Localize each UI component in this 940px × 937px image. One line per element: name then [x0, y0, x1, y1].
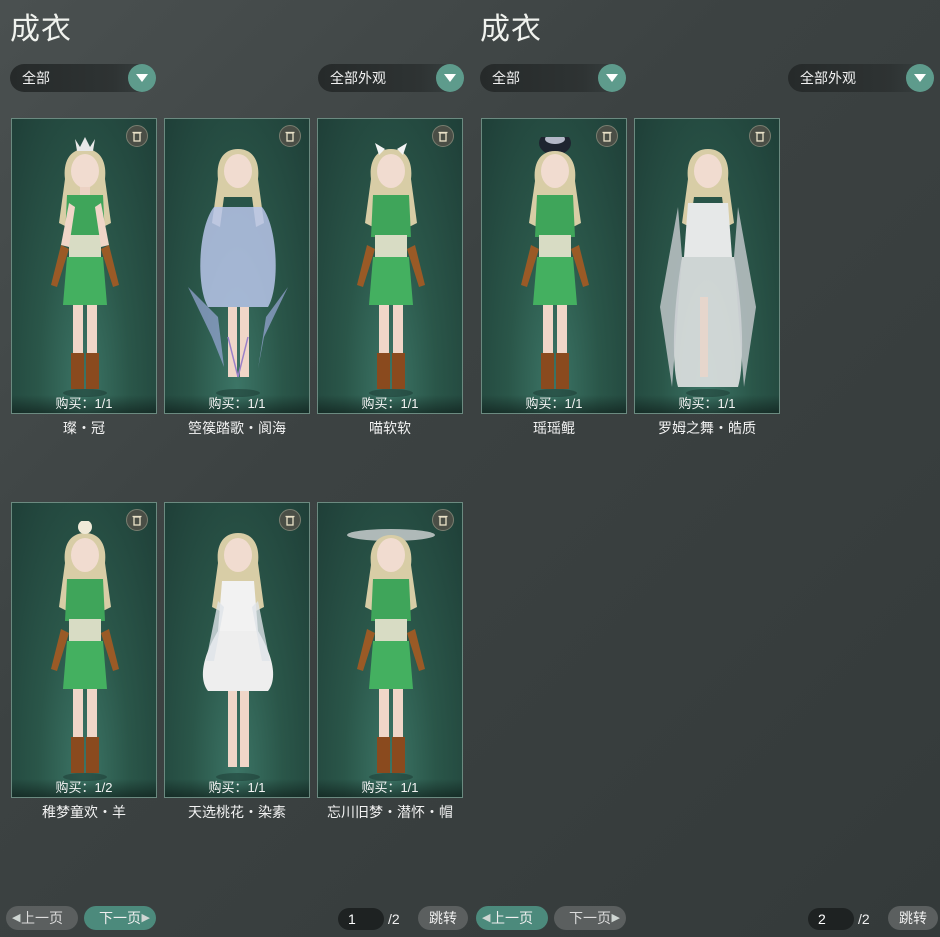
chevron-down-icon [598, 64, 626, 92]
chevron-right-icon: ▶ [611, 912, 620, 924]
page-title: 成衣 [480, 13, 542, 46]
appearance-filter-value: 全部外观 [330, 70, 386, 86]
page-total: /2 [388, 911, 400, 927]
prev-page-label: 上一页 [491, 910, 533, 926]
appearance-filter-value: 全部外观 [800, 70, 856, 86]
outfit-card[interactable]: 购买：1/1 [317, 118, 463, 414]
character-preview-image [178, 137, 298, 404]
character-preview-image [25, 137, 145, 404]
outfit-name: 喵软软 [369, 420, 411, 436]
purchase-count: 购买：1/1 [318, 395, 462, 413]
trash-icon[interactable] [596, 125, 618, 147]
outfit-name: 璨・冠 [63, 420, 105, 436]
outfit-card[interactable]: 购买：1/1 [164, 502, 310, 798]
outfit-card[interactable]: 购买：1/2 [11, 502, 157, 798]
category-filter-dropdown[interactable]: 全部 [10, 64, 156, 92]
chevron-down-icon [906, 64, 934, 92]
page-number-input[interactable]: 2 [808, 908, 854, 930]
next-page-label: 下一页 [569, 910, 611, 926]
outfit-name: 箜篌踏歌・阆海 [188, 420, 286, 436]
character-preview-image [648, 137, 768, 404]
trash-icon[interactable] [279, 509, 301, 531]
outfit-card[interactable]: 购买：1/1 [11, 118, 157, 414]
prev-page-button[interactable]: ◀ 上一页 [476, 906, 548, 930]
jump-button[interactable]: 跳转 [418, 906, 468, 930]
character-preview-image [495, 131, 615, 404]
appearance-filter-dropdown[interactable]: 全部外观 [788, 64, 934, 92]
panel-right: 成衣 全部 全部外观 购买：1/1 瑶瑶鲲 购买：1/1 罗姆之舞・皓质 ◀ 上… [470, 0, 940, 937]
trash-icon[interactable] [432, 509, 454, 531]
trash-icon[interactable] [749, 125, 771, 147]
character-preview-image [331, 137, 451, 404]
category-filter-dropdown[interactable]: 全部 [480, 64, 626, 92]
outfit-name: 稚梦童欢・羊 [42, 804, 126, 820]
category-filter-value: 全部 [492, 70, 520, 86]
page-number-input[interactable]: 1 [338, 908, 384, 930]
character-preview-image [25, 520, 145, 788]
next-page-button[interactable]: 下一页 ▶ [84, 906, 156, 930]
outfit-card[interactable]: 购买：1/1 [634, 118, 780, 414]
chevron-right-icon: ▶ [141, 912, 150, 924]
page-total: /2 [858, 911, 870, 927]
jump-button[interactable]: 跳转 [888, 906, 938, 930]
prev-page-label: 上一页 [21, 910, 63, 926]
outfit-name: 罗姆之舞・皓质 [658, 420, 756, 436]
outfit-card[interactable]: 购买：1/1 [481, 118, 627, 414]
trash-icon[interactable] [126, 509, 148, 531]
purchase-count: 购买：1/1 [165, 395, 309, 413]
character-preview-image [178, 521, 298, 788]
outfit-name: 天选桃花・染素 [188, 804, 286, 820]
appearance-filter-dropdown[interactable]: 全部外观 [318, 64, 464, 92]
outfit-name: 忘川旧梦・潜怀・帽 [327, 804, 453, 820]
trash-icon[interactable] [279, 125, 301, 147]
outfit-name: 瑶瑶鲲 [533, 420, 575, 436]
chevron-left-icon: ◀ [12, 912, 21, 924]
category-filter-value: 全部 [22, 70, 50, 86]
purchase-count: 购买：1/1 [165, 779, 309, 797]
next-page-button[interactable]: 下一页 ▶ [554, 906, 626, 930]
next-page-label: 下一页 [99, 910, 141, 926]
trash-icon[interactable] [432, 125, 454, 147]
trash-icon[interactable] [126, 125, 148, 147]
purchase-count: 购买：1/1 [482, 395, 626, 413]
prev-page-button[interactable]: ◀ 上一页 [6, 906, 78, 930]
outfit-card[interactable]: 购买：1/1 [164, 118, 310, 414]
panel-left: 成衣 全部 全部外观 购买：1/1 璨・冠 购买：1/1 箜篌踏歌・阆海 购买：… [0, 0, 470, 937]
purchase-count: 购买：1/1 [318, 779, 462, 797]
purchase-count: 购买：1/1 [635, 395, 779, 413]
character-preview-image [331, 521, 451, 788]
chevron-down-icon [128, 64, 156, 92]
chevron-left-icon: ◀ [482, 912, 491, 924]
purchase-count: 购买：1/1 [12, 395, 156, 413]
chevron-down-icon [436, 64, 464, 92]
outfit-card[interactable]: 购买：1/1 [317, 502, 463, 798]
page-title: 成衣 [10, 13, 72, 46]
purchase-count: 购买：1/2 [12, 779, 156, 797]
